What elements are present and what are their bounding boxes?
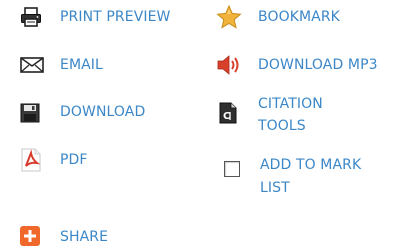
- citation-tools-label: CITATION TOOLS: [258, 96, 323, 134]
- add-to-mark-list-label: ADD TO MARK LIST: [260, 157, 362, 196]
- plus-icon: [20, 226, 40, 246]
- add-to-mark-list-link[interactable]: ADD TO MARK LIST: [210, 150, 410, 200]
- pdf-link[interactable]: PDF: [0, 143, 210, 177]
- citation-tools-link[interactable]: C CITATION TOOLS: [210, 90, 410, 138]
- share-link[interactable]: SHARE: [0, 220, 210, 249]
- speaker-icon: [217, 55, 239, 75]
- download-label: DOWNLOAD: [60, 104, 146, 120]
- citation-icon: C: [219, 102, 237, 124]
- print-preview-link[interactable]: PRINT PREVIEW: [0, 0, 210, 34]
- bookmark-label: BOOKMARK: [258, 9, 340, 25]
- download-link[interactable]: DOWNLOAD: [0, 95, 210, 129]
- envelope-icon: [20, 57, 44, 73]
- star-icon: [216, 5, 242, 29]
- bookmark-link[interactable]: BOOKMARK: [210, 0, 405, 34]
- download-mp3-link[interactable]: DOWNLOAD MP3: [210, 48, 410, 82]
- print-preview-label: PRINT PREVIEW: [60, 9, 171, 25]
- printer-icon: [21, 7, 41, 27]
- svg-text:C: C: [223, 111, 230, 122]
- download-mp3-label: DOWNLOAD MP3: [258, 57, 378, 73]
- floppy-disk-icon: [20, 103, 40, 123]
- share-label: SHARE: [60, 229, 109, 245]
- pdf-icon: [21, 148, 41, 172]
- email-label: EMAIL: [60, 57, 103, 73]
- email-link[interactable]: EMAIL: [0, 48, 210, 82]
- mark-list-checkbox[interactable]: [224, 161, 240, 177]
- pdf-label: PDF: [60, 152, 88, 168]
